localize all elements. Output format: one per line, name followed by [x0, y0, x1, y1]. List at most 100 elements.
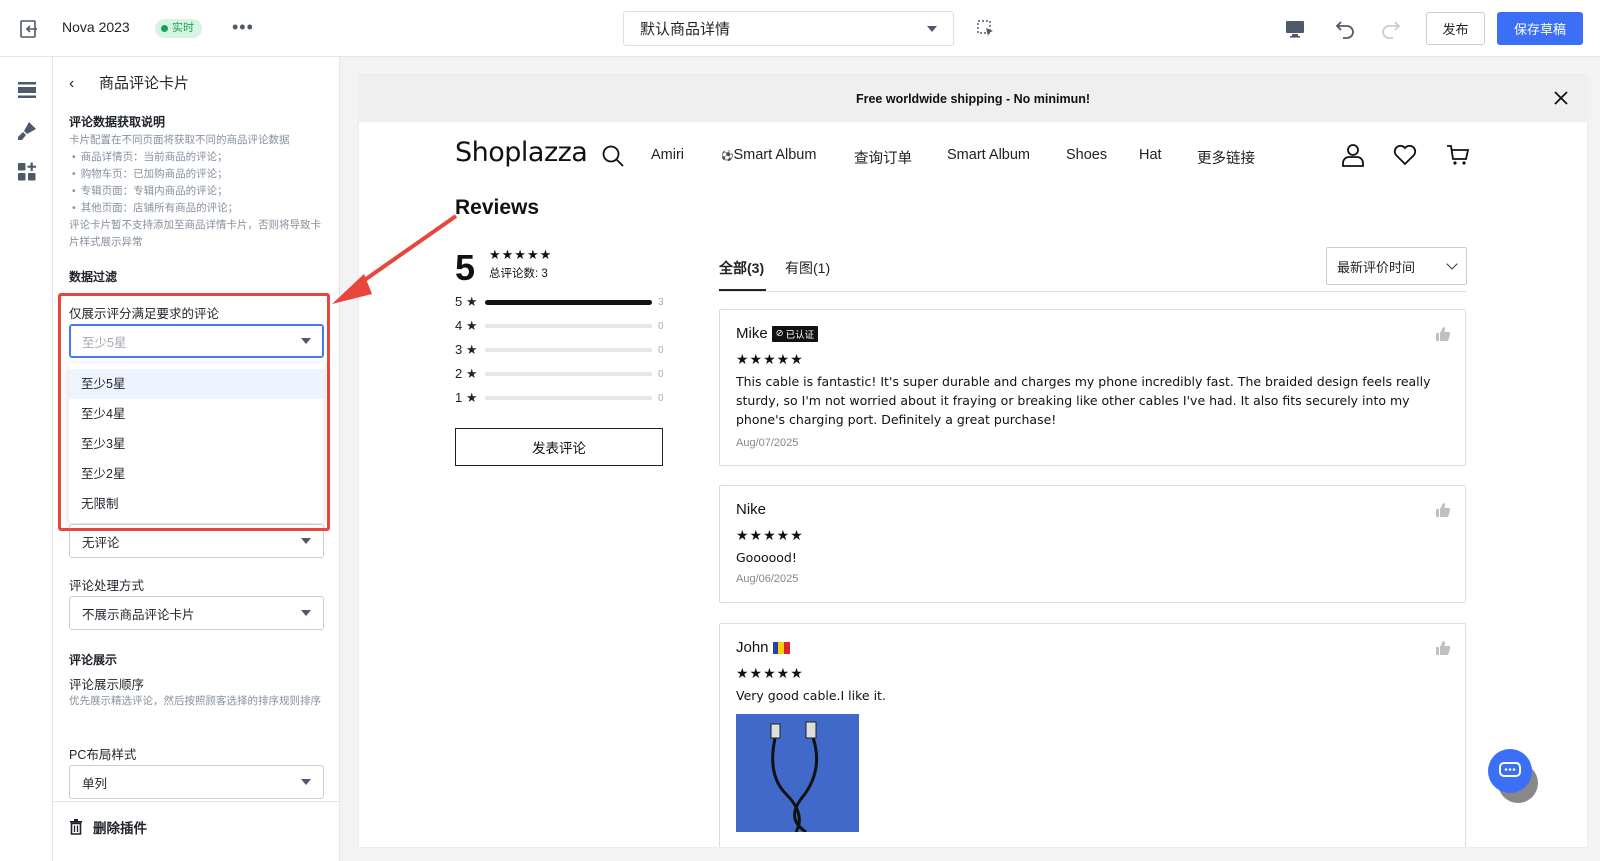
- nav-link-smart-album-2[interactable]: Smart Album: [947, 147, 1030, 163]
- delete-plugin-label: 删除插件: [93, 821, 147, 836]
- total-reviews: 总评论数: 3: [489, 268, 548, 280]
- display-section-label: 评论展示: [69, 653, 118, 667]
- dist-bar: [485, 396, 652, 400]
- chat-icon: [1499, 762, 1521, 777]
- rating-dist-row: 1 ★ 0: [455, 390, 664, 406]
- pc-layout-label: PC布局样式: [69, 748, 137, 762]
- sort-select[interactable]: 最新评价时间: [1326, 247, 1467, 285]
- pc-layout-value: 单列: [82, 776, 108, 791]
- review-stars: ★★★★★: [736, 527, 804, 543]
- nav-link-order-query[interactable]: 查询订单: [854, 147, 912, 168]
- thumbs-up-icon[interactable]: [1435, 502, 1451, 518]
- active-tab-underline: [719, 289, 766, 291]
- nav-link-amiri[interactable]: Amiri: [651, 147, 684, 163]
- info-intro: 卡片配置在不同页面将获取不同的商品评论数据: [69, 134, 290, 146]
- redo-icon[interactable]: [1380, 17, 1402, 39]
- exit-icon[interactable]: [18, 18, 40, 40]
- globe-icon: ⚽: [721, 151, 734, 162]
- account-icon[interactable]: [1340, 142, 1366, 168]
- dist-count: 3: [658, 296, 664, 308]
- caret-down-icon: [301, 610, 311, 616]
- filter-section-label: 数据过滤: [69, 270, 118, 284]
- sort-value: 最新评价时间: [1337, 259, 1416, 275]
- select-element-icon[interactable]: [977, 20, 995, 38]
- rating-dist-row: 5 ★ 3: [455, 294, 664, 310]
- dist-count: 0: [658, 320, 664, 332]
- search-icon[interactable]: [601, 144, 625, 168]
- tab-all-reviews[interactable]: 全部(3): [719, 258, 764, 278]
- live-dot-icon: [161, 25, 168, 32]
- reviewer: Mike ⊘ 已认证: [736, 325, 819, 342]
- order-label: 评论展示顺序: [69, 678, 145, 692]
- delete-plugin-button[interactable]: 删除插件: [69, 817, 147, 837]
- cart-icon[interactable]: [1445, 142, 1471, 168]
- nav-link-more[interactable]: 更多链接: [1197, 147, 1255, 168]
- theme-brush-icon[interactable]: [16, 120, 38, 142]
- nav-link-shoes[interactable]: Shoes: [1066, 147, 1107, 163]
- nav-link-label: Smart Album: [733, 147, 817, 163]
- sections-icon[interactable]: [16, 79, 38, 101]
- close-icon[interactable]: [1551, 88, 1571, 108]
- review-text: This cable is fantastic! It's super dura…: [736, 374, 1431, 427]
- rating-dist-row: 4 ★ 0: [455, 318, 664, 334]
- review-text: Goooood!: [736, 550, 797, 565]
- live-badge: 实时: [155, 19, 202, 38]
- dist-bar: [485, 372, 652, 376]
- nav-link-hat[interactable]: Hat: [1139, 147, 1162, 163]
- write-review-button[interactable]: 发表评论: [455, 428, 663, 466]
- check-circle-icon: ⊘: [775, 328, 784, 339]
- heart-icon[interactable]: [1392, 142, 1418, 168]
- verified-label: 已认证: [785, 329, 815, 341]
- reviewer: John: [736, 639, 790, 656]
- left-rail: [0, 57, 53, 861]
- reviewer: Nike: [736, 501, 766, 518]
- summary-stars: ★★★★★: [489, 247, 553, 262]
- country-flag-icon: [772, 641, 790, 654]
- review-text: Very good cable.I like it.: [736, 688, 886, 703]
- rating-dist-row: 2 ★ 0: [455, 366, 664, 382]
- pc-layout-select[interactable]: 单列: [69, 765, 324, 799]
- reviewer-name: Mike: [736, 325, 768, 342]
- desktop-icon[interactable]: [1284, 18, 1306, 40]
- info-item: 购物车页：已加购商品的评论；: [69, 166, 327, 183]
- dist-bar: [485, 324, 652, 328]
- thumbs-up-icon[interactable]: [1435, 640, 1451, 656]
- dist-count: 0: [658, 344, 664, 356]
- dist-label: 1 ★: [455, 390, 478, 405]
- save-draft-button[interactable]: 保存草稿: [1497, 12, 1583, 45]
- no-review-value: 无评论: [82, 535, 120, 550]
- back-icon[interactable]: ‹: [69, 75, 74, 93]
- annotation-arrow-icon: [332, 214, 458, 304]
- order-description: 优先展示精选评论，然后按照顾客选择的排序规则排序: [69, 695, 321, 707]
- handling-label: 评论处理方式: [69, 579, 145, 593]
- app-name: Nova 2023: [62, 19, 130, 35]
- template-select[interactable]: 默认商品详情: [623, 11, 954, 46]
- dist-label: 2 ★: [455, 366, 478, 381]
- apps-icon[interactable]: [16, 161, 38, 183]
- caret-down-icon: [301, 779, 311, 785]
- publish-button[interactable]: 发布: [1426, 12, 1485, 45]
- handling-select[interactable]: 不展示商品评论卡片: [69, 596, 324, 630]
- trash-icon: [70, 819, 82, 835]
- dist-bar: [485, 299, 652, 305]
- dist-fill: [485, 299, 652, 305]
- more-icon[interactable]: •••: [232, 18, 254, 36]
- thumbs-up-icon[interactable]: [1435, 326, 1451, 342]
- handling-value: 不展示商品评论卡片: [82, 607, 195, 622]
- store-logo[interactable]: Shoplazza: [455, 137, 588, 168]
- chat-button[interactable]: [1488, 749, 1532, 793]
- caret-down-icon: [927, 25, 937, 32]
- caret-down-icon: [301, 538, 311, 544]
- info-warning: 评论卡片暂不支持添加至商品详情卡片，否则将导致卡片样式展示异常: [69, 219, 321, 248]
- undo-icon[interactable]: [1334, 17, 1356, 39]
- review-stars: ★★★★★: [736, 351, 804, 367]
- tab-with-photos[interactable]: 有图(1): [785, 258, 830, 278]
- panel-divider: [53, 801, 340, 802]
- dist-bar: [485, 348, 652, 352]
- info-item: 其他页面：店铺所有商品的评论；: [69, 200, 327, 217]
- nav-link-smart-album[interactable]: ⚽Smart Album: [721, 147, 816, 163]
- review-photo[interactable]: [736, 714, 859, 832]
- info-item: 商品详情页：当前商品的评论；: [69, 149, 327, 166]
- review-stars: ★★★★★: [736, 665, 804, 681]
- storefront-preview: Free worldwide shipping - No minimun! Sh…: [359, 75, 1587, 847]
